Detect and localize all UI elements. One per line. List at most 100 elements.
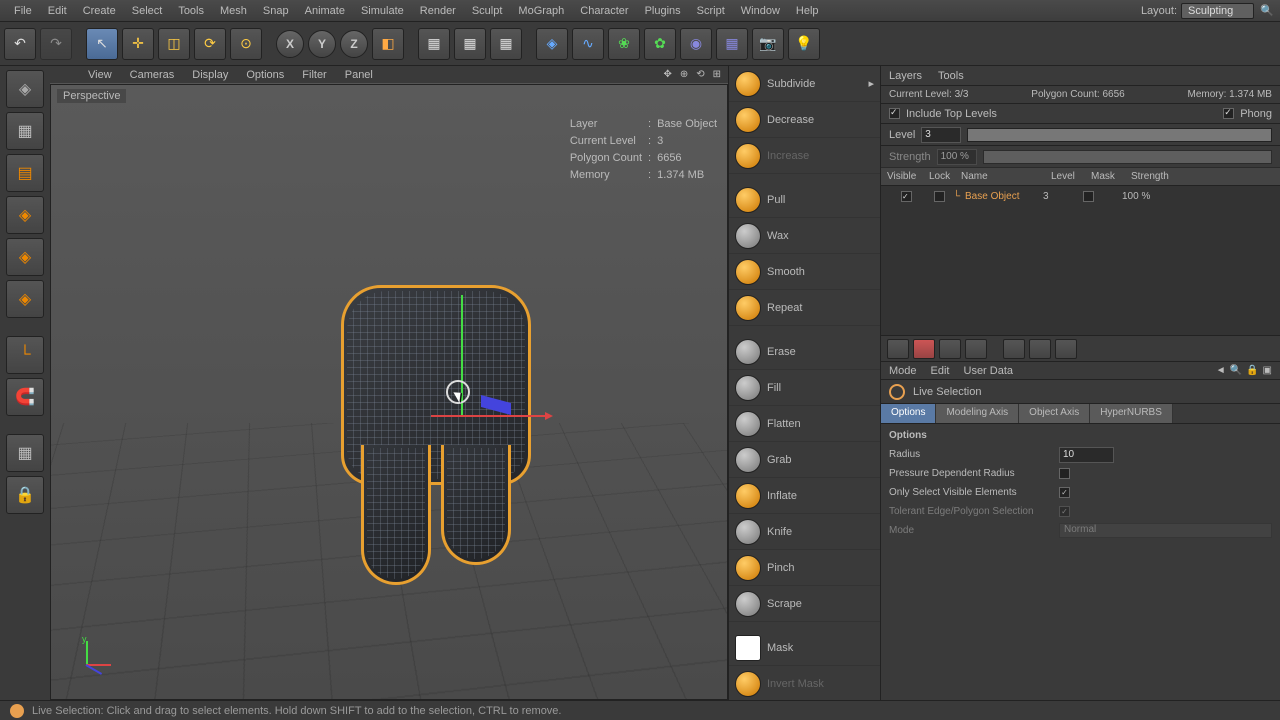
menu-edit[interactable]: Edit bbox=[40, 0, 75, 21]
layer-action-5[interactable] bbox=[1003, 339, 1025, 359]
vp-cameras[interactable]: Cameras bbox=[122, 69, 183, 81]
layer-action-2[interactable] bbox=[913, 339, 935, 359]
menu-render[interactable]: Render bbox=[412, 0, 464, 21]
menu-character[interactable]: Character bbox=[572, 0, 636, 21]
sculpt-knife[interactable]: Knife bbox=[729, 514, 880, 550]
coord-system[interactable]: ◧ bbox=[372, 28, 404, 60]
layer-action-3[interactable] bbox=[939, 339, 961, 359]
menu-sculpt[interactable]: Sculpt bbox=[464, 0, 511, 21]
menu-select[interactable]: Select bbox=[124, 0, 171, 21]
add-light[interactable]: 💡 bbox=[788, 28, 820, 60]
vp-panel[interactable]: Panel bbox=[337, 69, 381, 81]
viewport[interactable]: Perspective Layer:Base Object Current Le… bbox=[50, 84, 728, 700]
texture-mode[interactable]: ▤ bbox=[6, 154, 44, 192]
tab-edit[interactable]: Edit bbox=[931, 365, 950, 377]
include-top-checkbox[interactable] bbox=[889, 108, 900, 119]
radius-field[interactable] bbox=[1059, 447, 1114, 463]
sculpt-inflate[interactable]: Inflate bbox=[729, 478, 880, 514]
sculpt-erase[interactable]: Erase bbox=[729, 334, 880, 370]
sculpt-scrape[interactable]: Scrape bbox=[729, 586, 880, 622]
add-spline[interactable]: ∿ bbox=[572, 28, 604, 60]
layers-list[interactable]: └ Base Object 3 100 % bbox=[881, 186, 1280, 336]
menu-simulate[interactable]: Simulate bbox=[353, 0, 412, 21]
tab-mode[interactable]: Mode bbox=[889, 365, 917, 377]
strength-slider[interactable] bbox=[983, 150, 1272, 164]
attr-nav-back[interactable]: ◄ bbox=[1216, 365, 1226, 376]
menu-tools[interactable]: Tools bbox=[170, 0, 212, 21]
menu-mesh[interactable]: Mesh bbox=[212, 0, 255, 21]
vp-nav-4[interactable]: ⊞ bbox=[710, 69, 724, 80]
sculpt-decrease[interactable]: Decrease bbox=[729, 102, 880, 138]
vp-display[interactable]: Display bbox=[184, 69, 236, 81]
phong-checkbox[interactable] bbox=[1223, 108, 1234, 119]
sculpt-smooth[interactable]: Smooth bbox=[729, 254, 880, 290]
menu-file[interactable]: File bbox=[6, 0, 40, 21]
attr-nav-up[interactable]: 🔍 bbox=[1230, 365, 1242, 376]
sculpt-pinch[interactable]: Pinch bbox=[729, 550, 880, 586]
make-editable[interactable]: ◈ bbox=[6, 70, 44, 108]
tab-layers[interactable]: Layers bbox=[889, 70, 922, 82]
add-nurbs[interactable]: ❀ bbox=[608, 28, 640, 60]
vp-view[interactable]: View bbox=[80, 69, 120, 81]
menu-mograph[interactable]: MoGraph bbox=[510, 0, 572, 21]
menu-help[interactable]: Help bbox=[788, 0, 827, 21]
vp-filter[interactable]: Filter bbox=[294, 69, 334, 81]
menu-snap[interactable]: Snap bbox=[255, 0, 297, 21]
menu-script[interactable]: Script bbox=[689, 0, 733, 21]
add-cube[interactable]: ◈ bbox=[536, 28, 568, 60]
vp-options[interactable]: Options bbox=[238, 69, 292, 81]
render-settings[interactable]: ▦ bbox=[490, 28, 522, 60]
layer-action-4[interactable] bbox=[965, 339, 987, 359]
polygon-mode[interactable]: ◈ bbox=[6, 280, 44, 318]
subtab-modeling-axis[interactable]: Modeling Axis bbox=[936, 404, 1019, 423]
redo-button[interactable]: ↷ bbox=[40, 28, 72, 60]
layer-visible-checkbox[interactable] bbox=[901, 191, 912, 202]
add-deformer[interactable]: ◉ bbox=[680, 28, 712, 60]
workplane[interactable]: ▦ bbox=[6, 434, 44, 472]
vp-nav-3[interactable]: ⟲ bbox=[693, 69, 707, 80]
z-axis-toggle[interactable]: Z bbox=[340, 30, 368, 58]
snap-toggle[interactable]: 🧲 bbox=[6, 378, 44, 416]
undo-button[interactable]: ↶ bbox=[4, 28, 36, 60]
point-mode[interactable]: ◈ bbox=[6, 196, 44, 234]
rotate-tool[interactable]: ⟳ bbox=[194, 28, 226, 60]
layer-mask-checkbox[interactable] bbox=[1083, 191, 1094, 202]
layer-name[interactable]: Base Object bbox=[965, 191, 1043, 202]
sculpt-mask[interactable]: Mask bbox=[729, 630, 880, 666]
search-icon[interactable]: 🔍 bbox=[1260, 4, 1274, 17]
sculpt-subdivide[interactable]: Subdivide▸ bbox=[729, 66, 880, 102]
pdr-checkbox[interactable] bbox=[1059, 468, 1070, 479]
menu-plugins[interactable]: Plugins bbox=[637, 0, 689, 21]
layout-select[interactable]: Sculpting bbox=[1181, 3, 1254, 19]
layer-action-6[interactable] bbox=[1029, 339, 1051, 359]
scale-tool[interactable]: ◫ bbox=[158, 28, 190, 60]
subtab-object-axis[interactable]: Object Axis bbox=[1019, 404, 1090, 423]
menu-animate[interactable]: Animate bbox=[297, 0, 353, 21]
menu-window[interactable]: Window bbox=[733, 0, 788, 21]
tab-tools[interactable]: Tools bbox=[938, 70, 964, 82]
vp-nav-2[interactable]: ⊕ bbox=[677, 69, 691, 80]
layer-action-1[interactable] bbox=[887, 339, 909, 359]
vp-nav-1[interactable]: ✥ bbox=[660, 69, 674, 80]
level-field[interactable] bbox=[921, 127, 961, 143]
render-view[interactable]: ▦ bbox=[418, 28, 450, 60]
subtab-options[interactable]: Options bbox=[881, 404, 936, 423]
select-tool[interactable]: ↖ bbox=[86, 28, 118, 60]
sculpt-fill[interactable]: Fill bbox=[729, 370, 880, 406]
layer-action-7[interactable] bbox=[1055, 339, 1077, 359]
axis-mode[interactable]: └ bbox=[6, 336, 44, 374]
teps-checkbox[interactable]: ✓ bbox=[1059, 506, 1070, 517]
locked-workplane[interactable]: 🔒 bbox=[6, 476, 44, 514]
move-tool[interactable]: ✛ bbox=[122, 28, 154, 60]
osve-checkbox[interactable]: ✓ bbox=[1059, 487, 1070, 498]
model-mode[interactable]: ▦ bbox=[6, 112, 44, 150]
sculpt-object[interactable] bbox=[331, 285, 551, 585]
sculpt-wax[interactable]: Wax bbox=[729, 218, 880, 254]
sculpt-repeat[interactable]: Repeat bbox=[729, 290, 880, 326]
menu-create[interactable]: Create bbox=[75, 0, 124, 21]
recent-tool[interactable]: ⊙ bbox=[230, 28, 262, 60]
edge-mode[interactable]: ◈ bbox=[6, 238, 44, 276]
sculpt-flatten[interactable]: Flatten bbox=[729, 406, 880, 442]
sculpt-pull[interactable]: Pull bbox=[729, 182, 880, 218]
level-slider[interactable] bbox=[967, 128, 1272, 142]
